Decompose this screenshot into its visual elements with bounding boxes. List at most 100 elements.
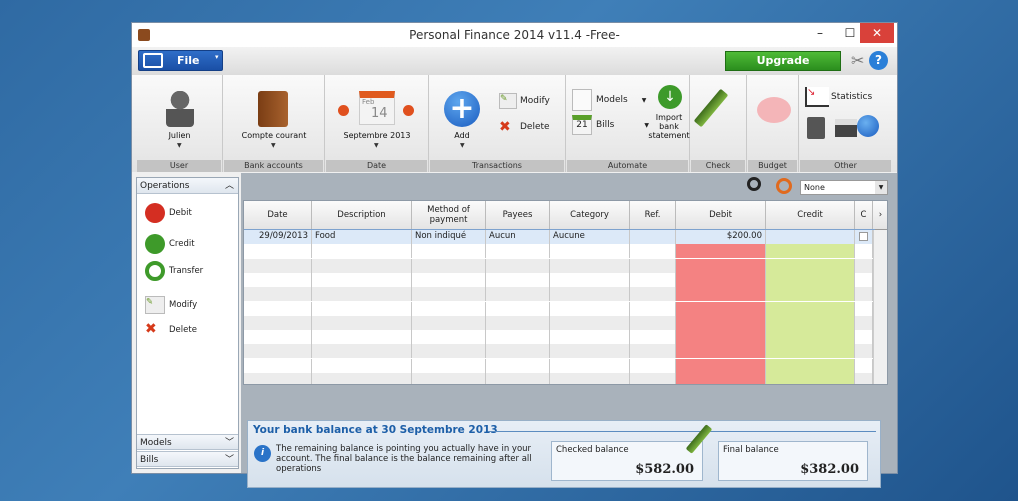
chevron-down-icon: ▼ bbox=[374, 142, 379, 149]
table-row[interactable] bbox=[244, 330, 874, 345]
bills-label: Bills bbox=[596, 120, 615, 130]
group-check[interactable]: Check bbox=[690, 75, 747, 172]
user-icon bbox=[166, 91, 194, 127]
models-label: Models bbox=[596, 95, 628, 105]
checked-checkbox[interactable] bbox=[855, 272, 873, 287]
table-row[interactable] bbox=[244, 287, 874, 302]
column-header[interactable]: Description bbox=[312, 201, 412, 230]
models-button[interactable]: Models ▼ bbox=[572, 89, 646, 111]
help-icon[interactable]: ? bbox=[869, 51, 888, 70]
table-row[interactable] bbox=[244, 301, 874, 316]
minus-icon bbox=[145, 203, 165, 223]
import-icon[interactable]: ↓ bbox=[658, 85, 682, 109]
bills-button[interactable]: 21 Bills ▼ bbox=[572, 115, 649, 135]
group-bank-accounts[interactable]: Compte courant ▼ Bank accounts bbox=[223, 75, 325, 172]
table-cell bbox=[312, 344, 412, 359]
delete-transaction-button[interactable]: ✖ Delete bbox=[499, 119, 550, 135]
close-button[interactable]: ✕ bbox=[860, 23, 894, 43]
models-header[interactable]: Models ﹀ bbox=[137, 434, 238, 450]
column-header[interactable]: Payees bbox=[486, 201, 550, 230]
checked-checkbox[interactable] bbox=[855, 258, 873, 273]
table-cell bbox=[766, 272, 855, 287]
group-label: Budget bbox=[748, 160, 797, 172]
column-header[interactable]: C bbox=[855, 201, 873, 230]
column-header[interactable]: Category bbox=[550, 201, 630, 230]
column-header[interactable]: Credit bbox=[766, 201, 855, 230]
checked-checkbox[interactable] bbox=[855, 244, 873, 259]
upgrade-button[interactable]: Upgrade bbox=[725, 51, 841, 71]
table-cell bbox=[676, 287, 766, 302]
transfer-button[interactable]: Transfer bbox=[145, 260, 203, 282]
table-cell bbox=[630, 272, 676, 287]
file-menu-button[interactable]: File ▾ bbox=[138, 50, 223, 71]
credit-button[interactable]: Credit bbox=[145, 233, 195, 255]
modify-button[interactable]: ✎ Modify bbox=[145, 294, 197, 316]
checked-checkbox[interactable] bbox=[855, 330, 873, 345]
printer-icon[interactable] bbox=[835, 119, 857, 137]
bills-header[interactable]: Bills ﹀ bbox=[137, 451, 238, 467]
table-cell: Aucune bbox=[550, 230, 630, 244]
modify-transaction-button[interactable]: ✎ Modify bbox=[499, 93, 550, 109]
checked-checkbox[interactable] bbox=[855, 373, 873, 384]
chevron-down-icon: ▾ bbox=[215, 53, 219, 61]
table-cell bbox=[550, 373, 630, 384]
tools-icon[interactable]: ✂ bbox=[851, 51, 864, 70]
window-title: Personal Finance 2014 v11.4 -Free- bbox=[409, 28, 620, 42]
group-automate: Models ▼ 21 Bills ▼ ↓ Import bank statement… bbox=[566, 75, 690, 172]
delete-button[interactable]: ✖ Delete bbox=[145, 319, 197, 341]
table-row[interactable] bbox=[244, 358, 874, 373]
import-bank-statement-button[interactable]: Import bank statement bbox=[648, 113, 690, 140]
column-header[interactable]: Debit bbox=[676, 201, 766, 230]
checkbox[interactable] bbox=[859, 232, 868, 241]
calculator-icon[interactable] bbox=[807, 117, 825, 139]
column-header[interactable]: Method of payment bbox=[412, 201, 486, 230]
operations-header[interactable]: Operations ︿ bbox=[137, 178, 238, 194]
table-cell bbox=[412, 287, 486, 302]
column-header[interactable]: Ref. bbox=[630, 201, 676, 230]
checked-checkbox[interactable] bbox=[855, 358, 873, 373]
column-header[interactable]: Date bbox=[244, 201, 312, 230]
selected-month[interactable]: Septembre 2013 bbox=[325, 131, 429, 140]
next-month-icon[interactable] bbox=[403, 105, 414, 116]
minimize-button[interactable]: – bbox=[806, 23, 834, 43]
previous-month-icon[interactable] bbox=[338, 105, 349, 116]
table-row[interactable] bbox=[244, 315, 874, 330]
table-cell bbox=[244, 244, 312, 259]
table-row[interactable] bbox=[244, 258, 874, 273]
group-user[interactable]: Julien ▼ User bbox=[136, 75, 223, 172]
filter-value: None bbox=[804, 183, 825, 192]
delete-icon: ✖ bbox=[145, 321, 157, 337]
scroll-right-button[interactable]: › bbox=[873, 201, 887, 230]
debit-button[interactable]: Debit bbox=[145, 202, 192, 224]
final-balance-box: Final balance $382.00 bbox=[718, 441, 868, 481]
statistics-button[interactable]: ↘ Statistics bbox=[805, 87, 872, 107]
table-row[interactable] bbox=[244, 272, 874, 287]
table-row[interactable] bbox=[244, 244, 874, 259]
checked-checkbox[interactable] bbox=[855, 287, 873, 302]
checked-checkbox[interactable] bbox=[855, 301, 873, 316]
filter-select[interactable]: None ▼ bbox=[800, 180, 888, 195]
checked-checkbox[interactable] bbox=[855, 315, 873, 330]
add-transaction-button[interactable]: + bbox=[444, 91, 480, 127]
table-cell bbox=[630, 258, 676, 273]
table-cell bbox=[486, 344, 550, 359]
checked-checkbox[interactable] bbox=[855, 230, 873, 244]
search-icon[interactable] bbox=[747, 177, 761, 191]
table-cell bbox=[486, 272, 550, 287]
table-cell bbox=[766, 258, 855, 273]
vertical-scrollbar[interactable] bbox=[873, 230, 887, 384]
web-icon[interactable] bbox=[857, 115, 879, 137]
models-label: Models bbox=[140, 438, 172, 448]
delete-label: Delete bbox=[520, 122, 550, 132]
checked-checkbox[interactable] bbox=[855, 344, 873, 359]
table-row[interactable] bbox=[244, 373, 874, 384]
calendar-day: 14 bbox=[371, 106, 388, 121]
table-cell bbox=[486, 330, 550, 345]
table-row[interactable] bbox=[244, 344, 874, 359]
table-cell bbox=[630, 330, 676, 345]
table-cell: $200.00 bbox=[676, 230, 766, 244]
clear-filter-icon[interactable] bbox=[776, 178, 792, 194]
table-row[interactable]: 29/09/2013 Food Non indiqué Aucun Aucune $200… bbox=[244, 229, 875, 245]
group-budget[interactable]: Budget bbox=[747, 75, 799, 172]
table-cell bbox=[676, 373, 766, 384]
